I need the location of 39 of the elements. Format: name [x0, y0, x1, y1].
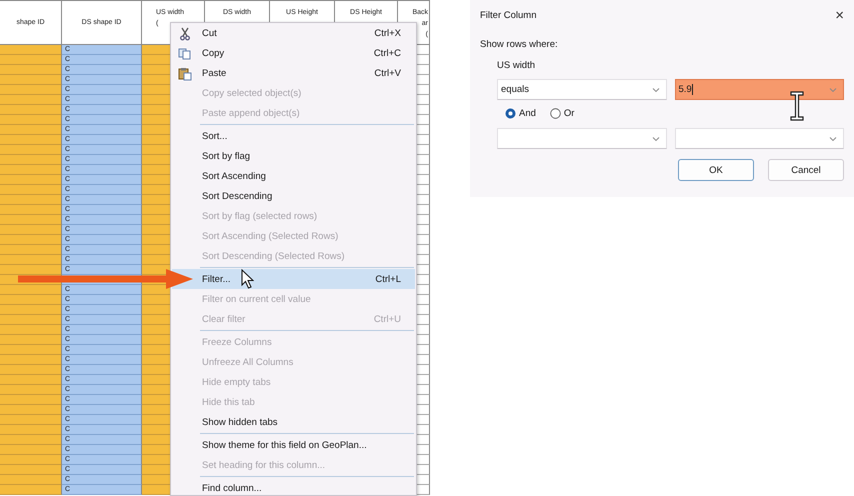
close-button[interactable]: × [835, 6, 844, 24]
dropdown-field[interactable]: equals [497, 79, 666, 100]
text-cursor-icon [790, 91, 804, 121]
dropdown-field[interactable] [674, 128, 844, 149]
menu-item[interactable]: Copy Ctrl+C [172, 43, 415, 63]
scissors-icon [178, 27, 192, 41]
menu-item[interactable]: Sort Descending [172, 186, 415, 206]
copy-icon [178, 47, 192, 61]
shortcut-label: Ctrl+X [374, 28, 401, 38]
menu-item[interactable]: Sort... [172, 126, 415, 146]
dialog-title: Filter Column [480, 10, 536, 20]
menu-item[interactable]: Paste Ctrl+V [172, 63, 415, 83]
dialog-button[interactable]: OK [678, 159, 754, 181]
radio-icon[interactable] [550, 108, 561, 118]
shortcut-label: Ctrl+L [375, 274, 401, 284]
radio-button[interactable]: Or [550, 108, 574, 118]
menu-item[interactable]: Sort Ascending [172, 166, 415, 186]
menu-item[interactable]: Filter... Ctrl+L [172, 269, 415, 289]
menu-item[interactable]: Sort by flag [172, 146, 415, 166]
dropdown-field[interactable] [497, 128, 666, 149]
mouse-cursor-icon [241, 269, 254, 289]
shortcut-label: Ctrl+V [374, 68, 401, 78]
dropdown-field[interactable]: 5.9 [674, 79, 844, 100]
chevron-down-icon [829, 86, 837, 92]
radio-icon[interactable] [505, 108, 516, 118]
radio-button[interactable]: And [505, 108, 536, 118]
dialog-button[interactable]: Cancel [768, 159, 844, 181]
chevron-down-icon [652, 86, 660, 92]
menu-item[interactable]: Show theme for this field on GeoPlan... [172, 435, 415, 455]
menu-item[interactable]: Show hidden tabs [172, 412, 415, 432]
clipboard-icon [178, 67, 192, 81]
chevron-down-icon [652, 136, 660, 142]
shortcut-label: Ctrl+C [374, 48, 401, 58]
shortcut-label: Ctrl+U [374, 314, 401, 324]
menu-item[interactable]: Find column... [172, 478, 415, 496]
prompt-label: Show rows where: [480, 39, 558, 50]
menu-item[interactable]: Cut Ctrl+X [172, 23, 415, 43]
field-label: US width [497, 60, 536, 71]
chevron-down-icon [829, 136, 837, 142]
